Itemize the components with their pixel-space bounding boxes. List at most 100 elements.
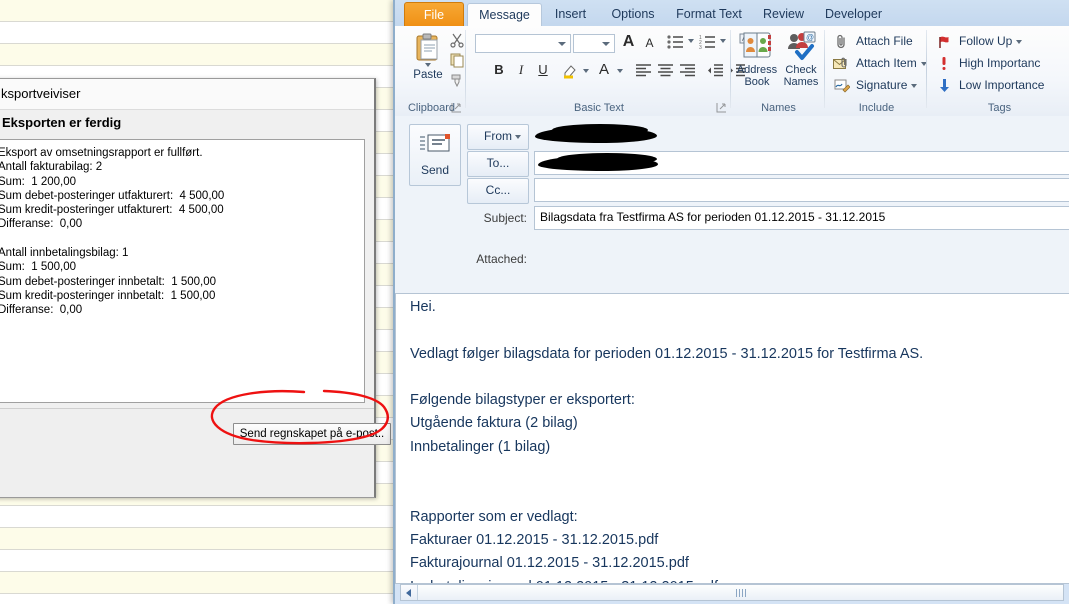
check-names-label-1: Check	[785, 64, 817, 76]
tab-options[interactable]: Options	[602, 3, 664, 27]
scrollbar-thumb[interactable]	[418, 585, 1063, 600]
chevron-down-icon[interactable]	[688, 39, 694, 43]
font-size-select[interactable]	[573, 34, 615, 53]
attach-file-label: Attach File	[856, 34, 913, 48]
attach-file-button[interactable]: Attach File	[832, 31, 913, 52]
shrink-font-button[interactable]: A	[641, 36, 658, 50]
message-body-text: Hei. Vedlagt følger bilagsdata for perio…	[410, 299, 924, 583]
ribbon-group-clipboard: Paste Clipboard	[397, 26, 466, 116]
attached-label: Attached:	[476, 252, 527, 266]
ribbon: Paste Clipboard A A 1 2 3 B I U A Basic …	[395, 26, 1069, 117]
check-names-button[interactable]: @ Check Names	[778, 30, 824, 88]
low-importance-label: Low Importance	[959, 78, 1045, 92]
from-label: From	[484, 129, 512, 143]
group-separator	[730, 30, 731, 108]
from-button[interactable]: From	[467, 124, 529, 150]
grow-font-button[interactable]: A	[619, 33, 638, 51]
group-label-names: Names	[761, 102, 796, 114]
low-importance-button[interactable]: Low Importance	[936, 75, 1044, 96]
format-painter-icon[interactable]	[449, 72, 469, 92]
bold-button[interactable]: B	[491, 62, 507, 77]
send-envelope-icon	[420, 134, 450, 152]
chevron-down-icon[interactable]	[911, 84, 918, 88]
scroll-left-arrow-icon[interactable]	[401, 585, 418, 600]
to-button[interactable]: To...	[467, 151, 529, 177]
chevron-down-icon	[558, 42, 566, 46]
italic-button[interactable]: I	[513, 62, 529, 78]
text-highlight-icon[interactable]	[562, 63, 580, 84]
paperclip-icon	[837, 34, 845, 49]
scrollbar-grip-icon	[735, 589, 746, 597]
dialog-title: ksportveiviser	[0, 79, 374, 110]
bullet-list-button[interactable]	[667, 34, 684, 54]
from-field[interactable]	[534, 124, 1069, 148]
address-book-button[interactable]: Address Book	[734, 30, 780, 88]
high-importance-button[interactable]: High Importanc	[936, 53, 1040, 74]
paste-button[interactable]: Paste	[407, 31, 449, 81]
chevron-down-icon	[602, 42, 610, 46]
tab-insert[interactable]: Insert	[543, 3, 598, 27]
svg-text:3: 3	[699, 45, 702, 49]
group-separator	[824, 30, 825, 108]
subject-label: Subject:	[483, 211, 527, 225]
export-wizard-dialog: ksportveiviser Eksporten er ferdig Ekspo…	[0, 78, 391, 498]
horizontal-scrollbar[interactable]	[400, 584, 1064, 601]
svg-text:@: @	[806, 33, 814, 42]
address-book-icon	[743, 32, 771, 58]
cut-icon[interactable]	[449, 32, 469, 52]
check-names-label-2: Names	[783, 76, 819, 88]
follow-up-button[interactable]: Follow Up	[936, 31, 1023, 52]
high-importance-label: High Importanc	[959, 56, 1041, 70]
group-separator	[926, 30, 927, 108]
numbered-list-button[interactable]: 123	[699, 34, 716, 54]
address-book-label-2: Book	[744, 76, 770, 88]
ribbon-tab-strip: File Message Insert Options Format Text …	[395, 0, 1069, 29]
align-right-icon[interactable]	[679, 64, 696, 82]
font-family-select[interactable]	[475, 34, 571, 53]
paste-icon	[416, 33, 438, 61]
cc-field[interactable]	[534, 178, 1069, 202]
address-book-label-1: Address	[736, 64, 778, 76]
clipboard-dialog-launcher-icon[interactable]	[451, 102, 462, 113]
to-field[interactable]	[534, 151, 1069, 175]
tab-file[interactable]: File	[404, 2, 464, 28]
signature-button[interactable]: Signature	[832, 75, 918, 96]
outlook-message-window: File Message Insert Options Format Text …	[393, 0, 1069, 604]
export-report-panel: Eksport av omsetningsrapport er fullført…	[0, 139, 365, 403]
tab-developer[interactable]: Developer	[815, 3, 892, 27]
chevron-down-icon[interactable]	[617, 69, 623, 73]
message-body[interactable]: Hei. Vedlagt følger bilagsdata for perio…	[395, 293, 1069, 584]
send-button[interactable]: Send	[409, 124, 461, 186]
tab-review[interactable]: Review	[756, 3, 811, 27]
basic-text-dialog-launcher-icon[interactable]	[716, 102, 727, 113]
send-regnskapet-epost-button[interactable]: Send regnskapet på e-post..	[233, 423, 391, 445]
dialog-heading: Eksporten er ferdig	[0, 110, 374, 138]
group-separator	[465, 30, 466, 108]
follow-up-label: Follow Up	[959, 34, 1013, 48]
attach-item-icon	[833, 57, 847, 69]
copy-icon[interactable]	[449, 52, 469, 72]
font-color-button[interactable]: A	[595, 61, 613, 78]
subject-field[interactable]: Bilagsdata fra Testfirma AS for perioden…	[534, 206, 1069, 230]
redaction-bar	[552, 124, 648, 136]
paste-label: Paste	[413, 69, 443, 81]
cc-button[interactable]: Cc...	[467, 178, 529, 204]
export-report-text: Eksport av omsetningsrapport er fullført…	[0, 147, 225, 317]
group-label-tags: Tags	[987, 102, 1012, 114]
chevron-down-icon[interactable]	[583, 69, 589, 73]
redaction-bar	[557, 153, 657, 165]
chevron-down-icon[interactable]	[425, 63, 431, 67]
attach-item-button[interactable]: Attach Item	[832, 53, 927, 74]
align-center-icon[interactable]	[657, 64, 674, 82]
tab-format-text[interactable]: Format Text	[667, 3, 751, 27]
chevron-down-icon[interactable]	[1016, 40, 1023, 44]
underline-button[interactable]: U	[535, 62, 551, 77]
signature-label: Signature	[856, 78, 908, 92]
check-names-icon: @	[788, 31, 816, 60]
chevron-down-icon[interactable]	[720, 39, 726, 43]
cc-label: Cc...	[485, 183, 511, 197]
ribbon-group-include: Attach File Attach Item Signature Includ…	[826, 26, 927, 116]
decrease-indent-icon[interactable]	[707, 64, 724, 82]
ribbon-group-basic-text: A A 123 Aa B I U	[467, 26, 758, 116]
align-left-icon[interactable]	[635, 64, 652, 82]
